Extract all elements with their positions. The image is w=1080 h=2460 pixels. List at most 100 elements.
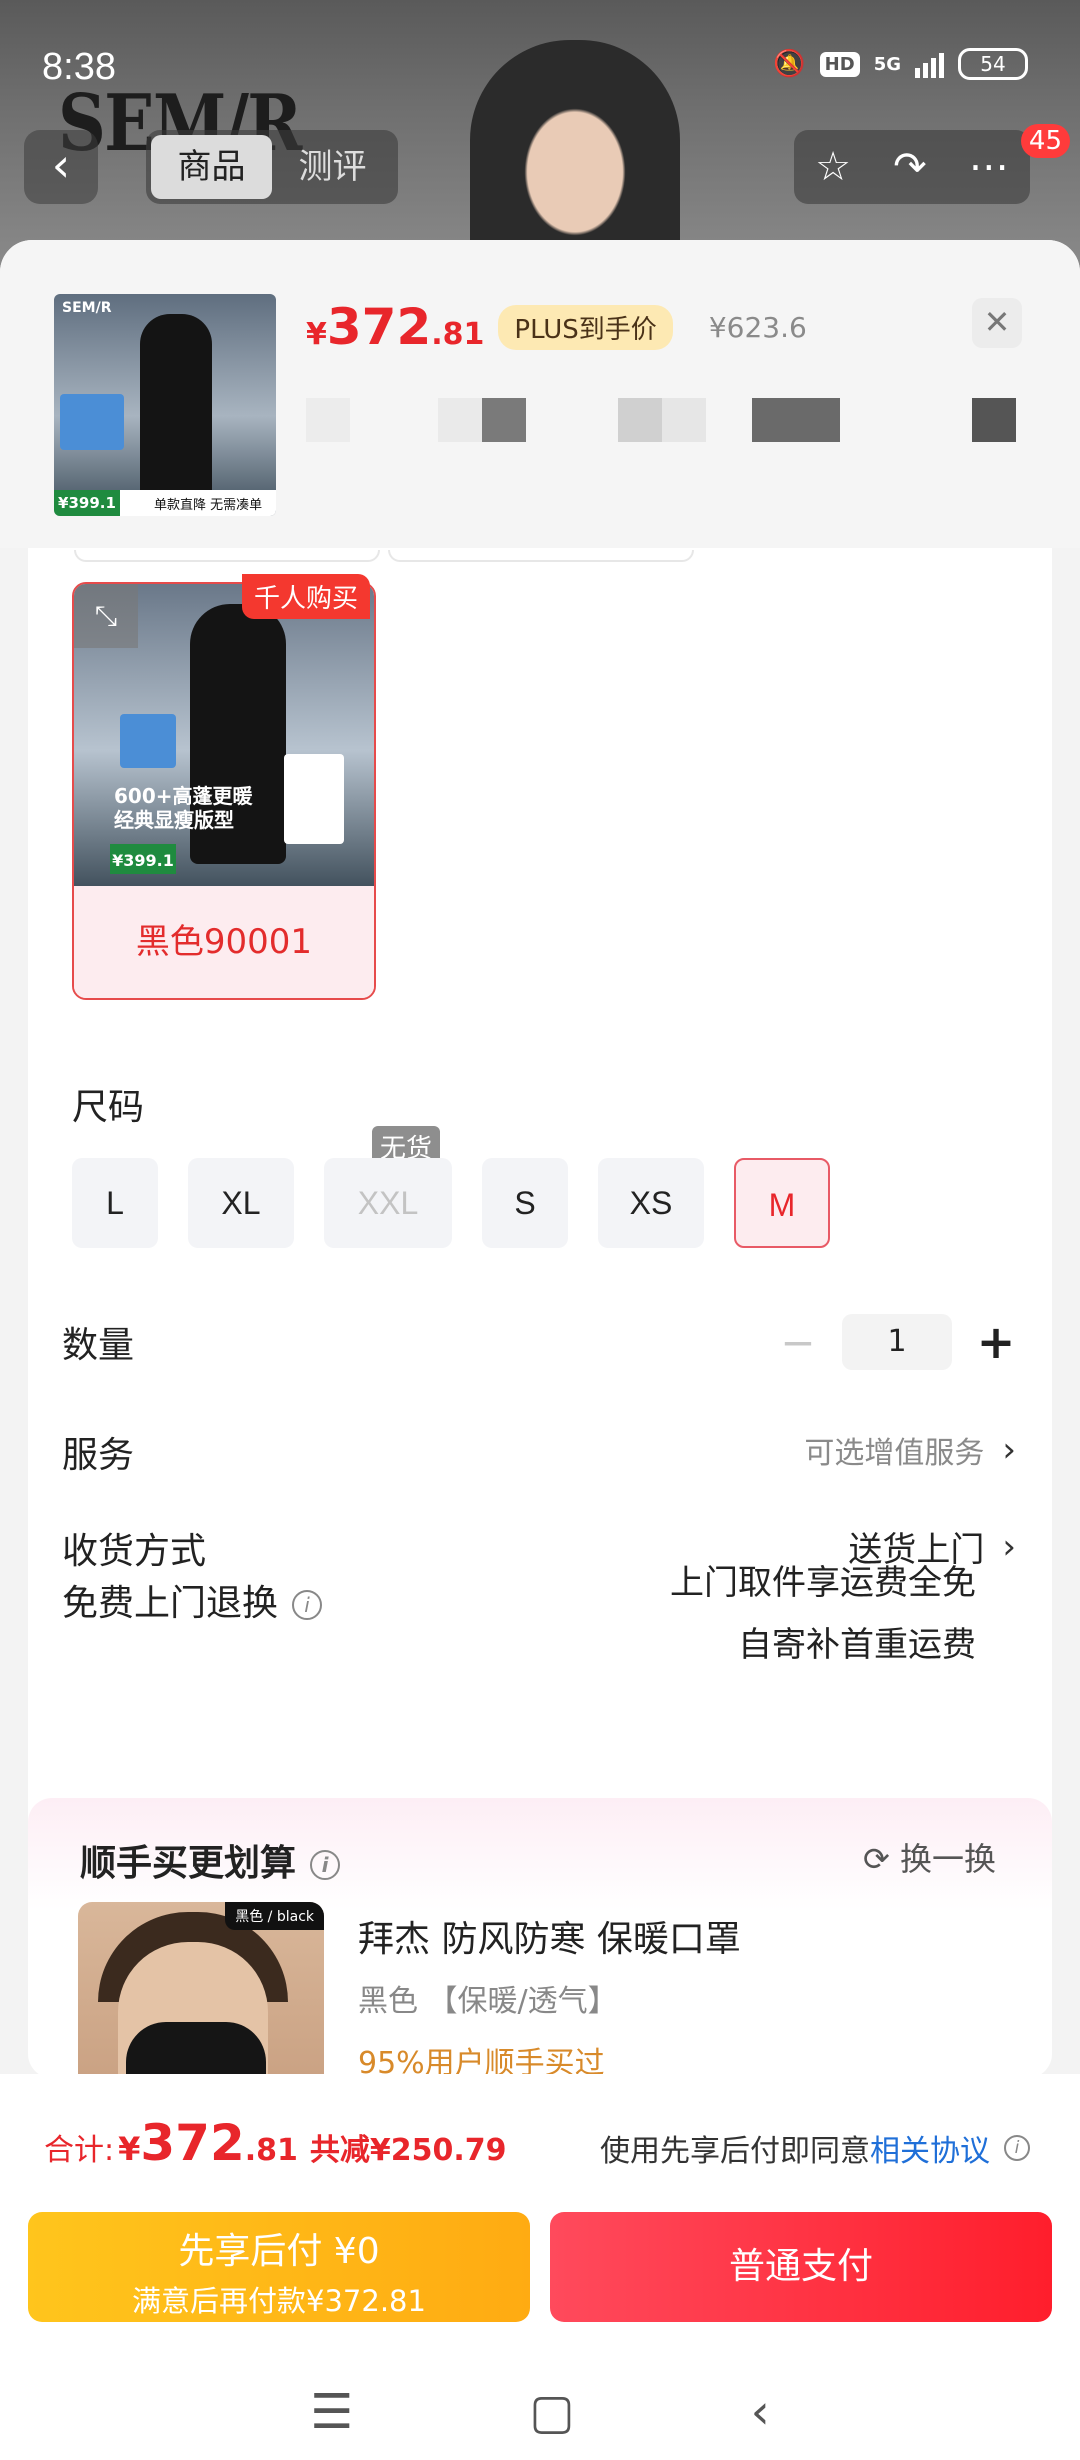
size-option-l[interactable]: L [72, 1158, 158, 1248]
swatch [306, 398, 350, 442]
image-caption: 600+高蓬更暖 经典显瘦版型 [114, 784, 253, 832]
swatch [972, 398, 1016, 442]
battery-icon: 54 [958, 48, 1028, 80]
refresh-label: 换一换 [899, 1840, 996, 1878]
thumb-tag [60, 394, 124, 450]
swatch [618, 398, 662, 442]
mask-shape [126, 2022, 266, 2078]
service-selector[interactable]: 可选增值服务 › [804, 1428, 1016, 1472]
agreement-prefix: 使用先享后付即同意 [600, 2134, 870, 2169]
refresh-button[interactable]: ⟳ 换一换 [863, 1834, 996, 1880]
return-policy: 上门取件享运费全免 自寄补首重运费 [670, 1552, 976, 1676]
swatch [482, 398, 526, 442]
size-options: L XL XXL S XS M [72, 1158, 1032, 1254]
thumb-brand: SEM/R [62, 300, 112, 316]
checkout-bar: 合计: ¥ 372 .81 共减¥250.79 使用先享后付即同意 相关协议 i… [0, 2074, 1080, 2460]
more-icon[interactable]: ⋯ [969, 144, 1009, 190]
size-option-xl[interactable]: XL [188, 1158, 294, 1248]
normal-pay-button[interactable]: 普通支付 [550, 2212, 1052, 2322]
coupon-card [284, 754, 344, 844]
original-price: ¥623.6 [708, 310, 807, 344]
status-time: 8:38 [42, 46, 116, 88]
home-icon[interactable]: ▢ [529, 2384, 574, 2440]
tab-product[interactable]: 商品 [151, 135, 272, 199]
bundle-title-text: 顺手买更划算 [80, 1843, 297, 1884]
total-decimal: .81 [244, 2133, 298, 2168]
network-label: 5G [873, 53, 901, 75]
info-icon[interactable]: i [310, 1850, 341, 1880]
quantity-label: 数量 [62, 1325, 135, 1366]
thumb-price: ¥399.1 [54, 490, 120, 516]
promo-tag [120, 714, 176, 768]
expand-icon[interactable]: ⤡ [74, 584, 138, 648]
price-symbol: ¥ [306, 317, 327, 352]
nav-actions: ☆ ↷ ⋯ [794, 130, 1030, 204]
sheet-header: SEM/R 单款直降 无需凑单 ¥399.1 ¥ 372 .81 PLUS到手价… [0, 240, 1080, 548]
return-policy-line2: 自寄补首重运费 [738, 1625, 976, 1665]
menu-icon[interactable]: ☰ [310, 2384, 353, 2440]
option-peek [388, 550, 694, 562]
quantity-plus-button[interactable]: + [976, 1315, 1016, 1369]
thumb-footer-text: 单款直降 无需凑单 [154, 498, 263, 513]
total-label: 合计: [44, 2133, 115, 2168]
size-title: 尺码 [72, 1087, 145, 1128]
chevron-right-icon: › [1002, 1430, 1016, 1470]
back-icon[interactable]: ‹ [751, 2384, 770, 2440]
status-icons: 🔕 HD 5G 54 [773, 48, 1028, 80]
total-integer: 372 [140, 2114, 245, 2172]
agreement-text: 使用先享后付即同意 相关协议 i [600, 2126, 1030, 2170]
image-caption-line2: 经典显瘦版型 [114, 808, 234, 832]
bundle-product-image[interactable]: 黑色 / black [78, 1902, 324, 2078]
size-option-xxl[interactable]: XXL [324, 1158, 452, 1248]
hd-icon: HD [819, 51, 860, 77]
bundle-image-tag: 黑色 / black [225, 1902, 324, 1930]
chevron-left-icon: ‹ [51, 138, 71, 192]
status-bar: 8:38 🔕 HD 5G 54 [0, 40, 1080, 100]
color-option-black[interactable]: 600+高蓬更暖 经典显瘦版型 ¥399.1 ⤡ 黑色90001 [72, 582, 376, 1000]
total-price: 合计: ¥ 372 .81 共减¥250.79 [44, 2114, 507, 2172]
delivery-label: 收货方式 [62, 1531, 207, 1572]
pay-later-subtitle: 满意后再付款¥372.81 [132, 2284, 426, 2318]
return-label: 免费上门退换 [62, 1583, 279, 1624]
tab-review[interactable]: 测评 [272, 135, 393, 199]
info-icon[interactable]: i [292, 1590, 323, 1620]
quantity-stepper: − 1 + [778, 1314, 1016, 1370]
option-peek [74, 550, 380, 562]
quantity-input[interactable]: 1 [842, 1314, 952, 1370]
service-hint: 可选增值服务 [804, 1436, 985, 1471]
pay-later-title: 先享后付 ¥0 [178, 2231, 380, 2272]
close-button[interactable]: ✕ [972, 298, 1022, 348]
back-button[interactable]: ‹ [24, 130, 98, 204]
pay-later-button[interactable]: 先享后付 ¥0 满意后再付款¥372.81 [28, 2212, 530, 2322]
image-caption-line1: 600+高蓬更暖 [114, 784, 253, 808]
blurred-swatches [306, 398, 1026, 448]
size-option-xs[interactable]: XS [598, 1158, 704, 1248]
service-label: 服务 [62, 1435, 135, 1476]
signal-icon [915, 50, 944, 78]
size-option-m[interactable]: M [734, 1158, 830, 1248]
product-thumbnail[interactable]: SEM/R 单款直降 无需凑单 ¥399.1 [54, 294, 276, 516]
system-nav-bar: ☰ ▢ ‹ [0, 2364, 1080, 2460]
notification-badge: 45 [1020, 124, 1070, 158]
quantity-minus-button[interactable]: − [778, 1318, 818, 1367]
total-discount: 共减¥250.79 [309, 2133, 507, 2168]
return-row: 免费上门退换 i [62, 1574, 323, 1626]
bundle-product-name[interactable]: 拜杰 防风防寒 保暖口罩 [358, 1910, 741, 1962]
bundle-product-spec: 黑色 【保暖/透气】 [358, 1984, 618, 2019]
price-decimal: .81 [431, 317, 485, 352]
info-icon[interactable]: i [1004, 2135, 1030, 2161]
thumb-coat [140, 314, 212, 504]
color-option-image: 600+高蓬更暖 经典显瘦版型 ¥399.1 ⤡ [74, 584, 374, 886]
return-policy-line1: 上门取件享运费全免 [670, 1563, 976, 1603]
size-option-s[interactable]: S [482, 1158, 568, 1248]
hot-buy-badge: 千人购买 [242, 574, 371, 619]
share-icon[interactable]: ↷ [893, 144, 927, 190]
star-icon[interactable]: ☆ [815, 144, 851, 190]
agreement-link[interactable]: 相关协议 [870, 2126, 990, 2170]
color-option-label: 黑色90001 [74, 886, 374, 998]
chevron-right-icon: › [1002, 1526, 1016, 1567]
top-nav: ‹ 商品 测评 ☆ ↷ ⋯ 45 [0, 124, 1080, 206]
plus-price-tag: PLUS到手价 [498, 304, 673, 350]
price-integer: 372 [326, 298, 432, 356]
close-icon: ✕ [983, 303, 1011, 341]
